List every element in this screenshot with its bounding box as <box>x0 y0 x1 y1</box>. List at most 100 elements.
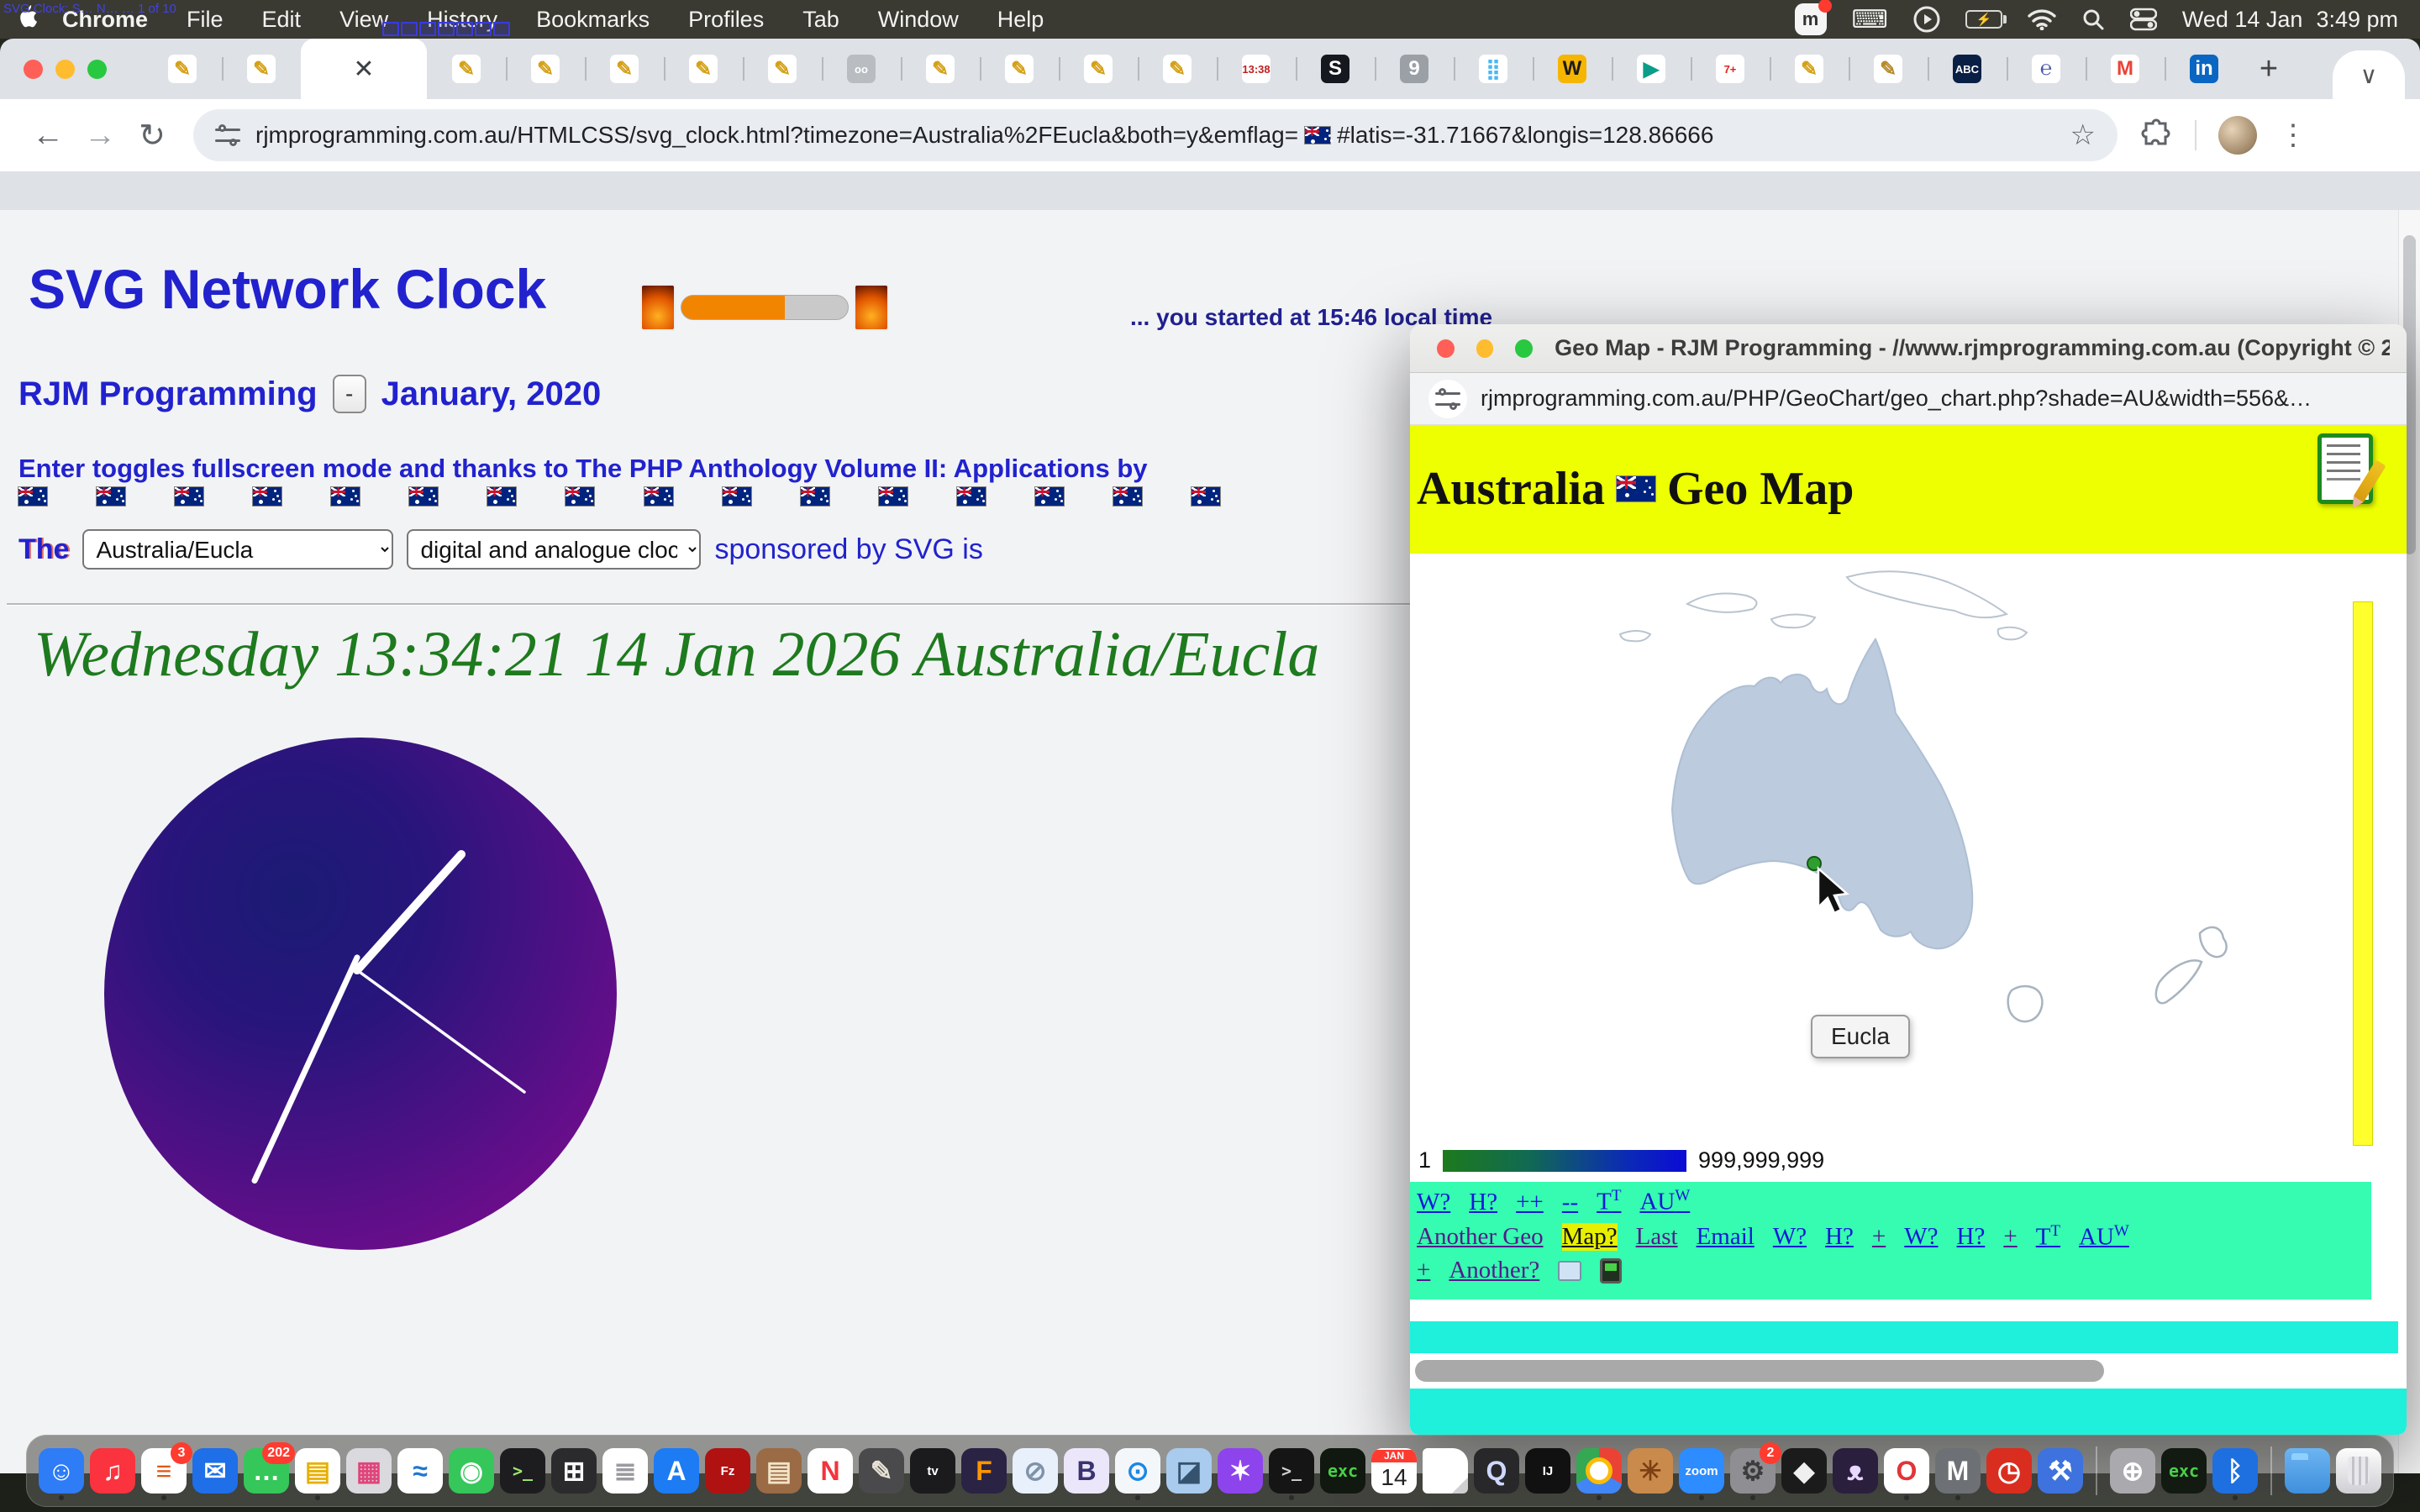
geo-link[interactable]: TT <box>2036 1222 2060 1252</box>
geo-link[interactable]: W? <box>1773 1223 1807 1251</box>
menu-item-help[interactable]: Help <box>978 7 1064 33</box>
popup-zoom-button[interactable] <box>1515 339 1533 358</box>
tab-search-chevron[interactable]: ∨ <box>2333 50 2405 99</box>
geo-link[interactable]: AUW <box>2079 1222 2129 1252</box>
bookmark-star-icon[interactable]: ☆ <box>2070 118 2096 152</box>
dock-icon-zoom[interactable]: zoom <box>1679 1448 1724 1494</box>
dock-icon-paint-app[interactable]: ✳ <box>1628 1448 1673 1494</box>
rjm-tab[interactable]: ✎ <box>427 39 506 99</box>
dock-icon-textedit[interactable]: ≣ <box>602 1448 648 1494</box>
back-button[interactable]: ← <box>22 118 74 154</box>
timezone-select[interactable]: Australia/Eucla <box>82 529 393 570</box>
dock-icon-intellij[interactable]: IJ <box>1525 1448 1570 1494</box>
linkedin-tab[interactable]: in <box>2165 39 2244 99</box>
rjm-tab[interactable]: ✎ <box>743 39 822 99</box>
menu-item-profiles[interactable]: Profiles <box>669 7 783 33</box>
collapse-button[interactable]: - <box>333 375 366 413</box>
dots-tab[interactable]: ⣿ <box>1454 39 1533 99</box>
close-tab-icon[interactable]: ✕ <box>353 55 374 84</box>
rjm-tab[interactable]: ✎ <box>664 39 743 99</box>
geo-link[interactable]: Last <box>1636 1223 1678 1251</box>
dock-icon-firefox[interactable]: F <box>961 1448 1007 1494</box>
wifi-icon[interactable] <box>2028 8 2056 30</box>
zoom-window-button[interactable] <box>87 60 107 79</box>
abc-tab[interactable]: ABC <box>1928 39 2007 99</box>
dock-icon-apple-tv[interactable]: tv <box>910 1448 955 1494</box>
menu-item-file[interactable]: File <box>167 7 243 33</box>
dock-icon-quicktime[interactable]: Q <box>1474 1448 1519 1494</box>
spreadsheet-icon[interactable] <box>1558 1261 1581 1281</box>
dock-icon-calculator[interactable]: ⊞ <box>551 1448 597 1494</box>
address-bar[interactable]: rjmprogramming.com.au/HTMLCSS/svg_clock.… <box>193 109 2118 161</box>
popup-minimize-button[interactable] <box>1476 339 1494 358</box>
dock-icon-launchpad[interactable]: ▦ <box>346 1448 392 1494</box>
popup-hscrollbar[interactable] <box>1415 1360 2398 1382</box>
dock-icon-cat-app[interactable]: ᴥ <box>1833 1448 1878 1494</box>
geo-link[interactable]: + <box>2003 1223 2017 1251</box>
dock-icon-trash[interactable] <box>2336 1448 2381 1494</box>
popup-title-bar[interactable]: Geo Map - RJM Programming - //www.rjmpro… <box>1410 324 2407 373</box>
s-tab[interactable]: S <box>1296 39 1375 99</box>
dock-icon-downloads[interactable] <box>2285 1448 2330 1494</box>
dock-icon-xcode[interactable]: ⚒ <box>2038 1448 2083 1494</box>
clock-mode-select[interactable]: digital and analogue clock <box>407 529 701 570</box>
search-icon[interactable] <box>2081 8 2105 31</box>
e-tab[interactable]: ℮ <box>2007 39 2086 99</box>
dock-icon-preview[interactable]: ◪ <box>1166 1448 1212 1494</box>
keyboard-icon[interactable]: ⌨ <box>1852 5 1888 34</box>
dock-icon-inkscape[interactable]: ◆ <box>1781 1448 1827 1494</box>
site-settings-icon[interactable] <box>215 123 240 148</box>
dock-icon-notes[interactable]: ▤ <box>295 1448 340 1494</box>
geo-link[interactable]: Another? <box>1449 1257 1539 1284</box>
dock-icon-accessibility[interactable]: ⊕ <box>2110 1448 2155 1494</box>
dock-icon-b-editor[interactable]: B <box>1064 1448 1109 1494</box>
dock-icon-terminal[interactable]: >_ <box>500 1448 545 1494</box>
geo-link[interactable]: Email <box>1697 1223 1754 1251</box>
dock-icon-chrome[interactable] <box>1576 1448 1622 1494</box>
rjm-tab[interactable]: ✎ <box>506 39 585 99</box>
dock-icon-facetime[interactable]: ◉ <box>449 1448 494 1494</box>
dock-icon-blocked-app[interactable]: ⊘ <box>1013 1448 1058 1494</box>
rjm-tab[interactable]: ✎ <box>1059 39 1138 99</box>
rjm-tab[interactable]: ✎ <box>901 39 980 99</box>
extensions-icon[interactable] <box>2139 118 2173 152</box>
dock-icon-speedtest[interactable]: ◷ <box>1986 1448 2032 1494</box>
geo-link[interactable]: ++ <box>1516 1189 1544 1216</box>
dock-icon-wave-app[interactable]: ≈ <box>397 1448 443 1494</box>
geo-link[interactable]: Map? <box>1562 1223 1618 1251</box>
geo-link[interactable]: W? <box>1904 1223 1938 1251</box>
geo-link[interactable]: + <box>1872 1223 1886 1251</box>
geo-link[interactable]: Another Geo <box>1417 1223 1544 1251</box>
dock-icon-mail[interactable]: ✉ <box>192 1448 238 1494</box>
menu-item-edit[interactable]: Edit <box>243 7 321 33</box>
rjm-tab[interactable]: ✎ <box>1138 39 1217 99</box>
device-icon[interactable] <box>1600 1258 1622 1284</box>
dock-icon-music[interactable]: ♫ <box>90 1448 135 1494</box>
seven-plus-tab[interactable]: 7+ <box>1691 39 1770 99</box>
australia-map[interactable]: Eucla <box>1410 554 2407 1145</box>
dock-icon-finder[interactable]: ☺ <box>39 1448 84 1494</box>
browser-menu-icon[interactable]: ⋮ <box>2279 118 2307 152</box>
dock-icon-blank-document[interactable] <box>1423 1448 1468 1494</box>
dock-icon-app-store[interactable]: A <box>654 1448 699 1494</box>
geo-link[interactable]: TT <box>1597 1187 1621 1216</box>
dock-icon-calendar[interactable]: JAN14 <box>1371 1448 1417 1494</box>
menu-item-tab[interactable]: Tab <box>783 7 859 33</box>
popup-close-button[interactable] <box>1437 339 1455 358</box>
rjm-tab[interactable]: ✎ <box>143 39 222 99</box>
popup-address-bar[interactable]: rjmprogramming.com.au/PHP/GeoChart/geo_c… <box>1410 373 2407 425</box>
svg-clock-tab[interactable]: ✕ <box>301 39 427 99</box>
dock-icon-contacts[interactable]: ▤ <box>756 1448 802 1494</box>
geo-link[interactable]: AUW <box>1639 1187 1690 1216</box>
geo-link[interactable]: + <box>1417 1257 1430 1284</box>
dock-icon-settings[interactable]: ⚙2 <box>1730 1448 1776 1494</box>
app-notification-icon[interactable]: m <box>1795 3 1827 35</box>
menubar-clock[interactable]: Wed 14 Jan 3:49 pm <box>2182 7 2398 33</box>
dock-icon-messages[interactable]: …202 <box>244 1448 289 1494</box>
dock-icon-podcasts[interactable]: ✶ <box>1218 1448 1263 1494</box>
rjm-tab[interactable]: ✎ <box>222 39 301 99</box>
play-tab[interactable]: ▶ <box>1612 39 1691 99</box>
menu-item-window[interactable]: Window <box>859 7 978 33</box>
menu-item-bookmarks[interactable]: Bookmarks <box>517 7 669 33</box>
profile-avatar[interactable] <box>2218 116 2257 155</box>
